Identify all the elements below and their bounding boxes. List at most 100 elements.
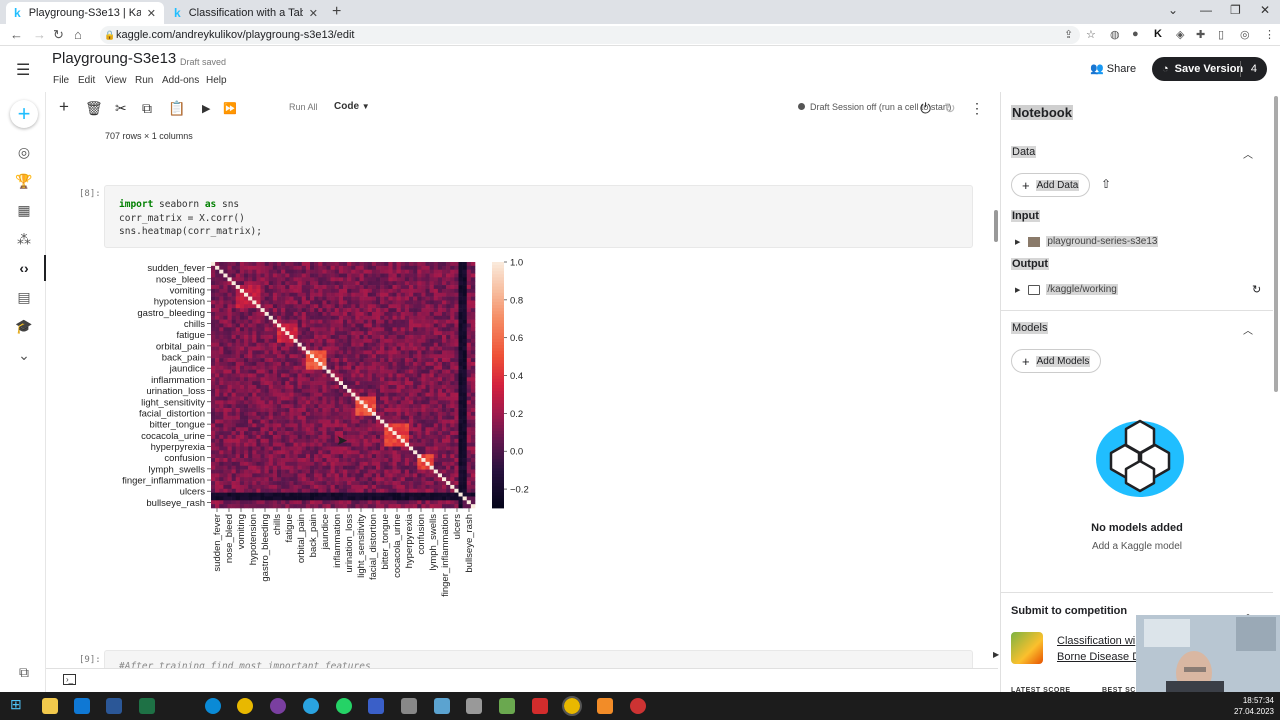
- word-icon[interactable]: [106, 698, 122, 714]
- vlc-icon[interactable]: [597, 698, 613, 714]
- models-icon[interactable]: ⁂: [15, 231, 33, 248]
- cut-icon[interactable]: ✂: [115, 100, 127, 117]
- edge-icon[interactable]: [205, 698, 221, 714]
- heatmap-cell: [264, 404, 270, 409]
- extension-globe-icon[interactable]: ◍: [1110, 28, 1120, 41]
- extension-icon[interactable]: ●: [1132, 28, 1139, 40]
- refresh-icon[interactable]: ↻: [1252, 283, 1261, 296]
- window-close-icon[interactable]: ✕: [1260, 3, 1270, 17]
- copy-layers-icon[interactable]: ⧉: [15, 664, 33, 681]
- input-dataset-row[interactable]: ▶ playground-series-s3e13: [1015, 236, 1159, 247]
- copy-icon[interactable]: ⧉: [142, 100, 152, 117]
- notebook-scrollbar[interactable]: [994, 210, 998, 242]
- learn-icon[interactable]: 🎓: [15, 318, 33, 335]
- create-plus-icon[interactable]: +: [10, 100, 38, 128]
- extension-shield-icon[interactable]: ◈: [1176, 28, 1184, 41]
- app-icon[interactable]: [466, 698, 482, 714]
- delete-icon[interactable]: 🗑: [85, 100, 103, 117]
- back-icon[interactable]: ←: [10, 27, 23, 42]
- share-page-icon[interactable]: ⇪: [1064, 28, 1073, 41]
- heatmap-cell: [252, 354, 257, 359]
- competition-link[interactable]: Classification wi Borne Disease D: [1057, 633, 1140, 665]
- home-icon[interactable]: ⌂: [74, 27, 82, 42]
- models-section-title[interactable]: Models: [1011, 322, 1049, 334]
- restore-icon[interactable]: ❐: [1230, 3, 1241, 17]
- file-explorer-icon[interactable]: [42, 698, 58, 714]
- collapse-panel-icon[interactable]: ▶: [993, 650, 999, 659]
- discussion-icon[interactable]: ▤: [15, 289, 33, 306]
- telegram-icon[interactable]: [303, 698, 319, 714]
- add-data-button[interactable]: + Add Data: [1011, 173, 1091, 197]
- windows-start-icon[interactable]: ⊞: [10, 696, 26, 712]
- app-icon[interactable]: [368, 698, 384, 714]
- chevron-up-icon[interactable]: ︿: [1243, 322, 1253, 337]
- chevron-up-icon[interactable]: ︿: [1243, 146, 1253, 161]
- add-cell-icon[interactable]: +: [59, 97, 69, 117]
- expand-triangle-icon[interactable]: ▶: [1015, 286, 1020, 294]
- paste-icon[interactable]: 📋: [168, 100, 185, 117]
- app-icon[interactable]: [499, 698, 515, 714]
- run-all-button[interactable]: Run All: [289, 102, 318, 112]
- chrome-active-icon[interactable]: [562, 696, 582, 716]
- menu-run[interactable]: Run: [135, 75, 153, 86]
- excel-icon[interactable]: [139, 698, 155, 714]
- upload-icon[interactable]: ⇧: [1101, 177, 1111, 191]
- whatsapp-icon[interactable]: [336, 698, 352, 714]
- code-cell-8[interactable]: import seaborn as sns corr_matrix = X.co…: [104, 185, 973, 248]
- panel-scrollbar[interactable]: [1274, 96, 1278, 392]
- menu-file[interactable]: File: [53, 75, 69, 86]
- app-icon[interactable]: [434, 698, 450, 714]
- expand-triangle-icon[interactable]: ▶: [1015, 238, 1020, 246]
- menu-addons[interactable]: Add-ons: [162, 75, 199, 86]
- app-icon[interactable]: [401, 698, 417, 714]
- chevron-down-icon[interactable]: ⌄: [15, 347, 33, 364]
- bookmark-star-icon[interactable]: ☆: [1086, 28, 1096, 41]
- profile-icon[interactable]: ◎: [1240, 28, 1250, 41]
- close-icon[interactable]: ✕: [309, 7, 318, 20]
- submit-section-title[interactable]: Submit to competition: [1011, 605, 1127, 617]
- chrome-icon[interactable]: [237, 698, 253, 714]
- code-cell-9[interactable]: #After training find most important feat…: [104, 650, 973, 668]
- console-icon[interactable]: ›_: [63, 674, 76, 685]
- add-models-button[interactable]: + Add Models: [1011, 349, 1102, 373]
- close-icon[interactable]: ✕: [147, 7, 156, 20]
- minimize-icon[interactable]: —: [1200, 3, 1212, 17]
- add-kaggle-model-link[interactable]: Add a Kaggle model: [1001, 541, 1273, 552]
- save-version-button[interactable]: ◔ Save Version 4: [1152, 57, 1267, 81]
- table-icon[interactable]: ▦: [15, 202, 33, 219]
- chevron-down-icon[interactable]: ⌄: [1168, 3, 1178, 17]
- restart-icon[interactable]: ↻: [944, 100, 956, 117]
- more-menu-icon[interactable]: ⋮: [1264, 28, 1275, 41]
- sidebar-icon[interactable]: ▯: [1218, 28, 1224, 41]
- puzzle-icon[interactable]: ✚: [1196, 28, 1205, 41]
- menu-edit[interactable]: Edit: [78, 75, 95, 86]
- app-icon[interactable]: [532, 698, 548, 714]
- menu-view[interactable]: View: [105, 75, 127, 86]
- run-cell-icon[interactable]: ▶: [202, 102, 210, 115]
- power-icon[interactable]: ⏻: [920, 100, 931, 117]
- code-icon[interactable]: ‹›: [15, 260, 33, 276]
- extension-k-icon[interactable]: K: [1154, 28, 1162, 40]
- more-options-icon[interactable]: ⋮: [970, 100, 984, 117]
- new-tab-icon[interactable]: +: [332, 3, 341, 21]
- app-icon[interactable]: [630, 698, 646, 714]
- cell-type-select[interactable]: Code ▼: [334, 101, 370, 112]
- hamburger-menu-icon[interactable]: ☰: [16, 60, 30, 80]
- forward-icon[interactable]: →: [33, 27, 46, 42]
- tab-kaggle-notebook[interactable]: k Playgroung-S3e13 | Kaggle ✕: [6, 2, 164, 24]
- output-folder-row[interactable]: ▶ /kaggle/working: [1015, 284, 1118, 295]
- outlook-icon[interactable]: [74, 698, 90, 714]
- compass-icon[interactable]: ◎: [15, 144, 33, 161]
- taskbar-clock[interactable]: 18:57:34 27.04.2023: [1234, 695, 1274, 717]
- notebook-content[interactable]: 707 rows × 1 columns [8]: import seaborn…: [46, 124, 998, 668]
- data-section-title[interactable]: Data: [1011, 146, 1037, 158]
- reload-icon[interactable]: ↻: [53, 27, 64, 43]
- share-button[interactable]: 👥 Share: [1090, 62, 1136, 75]
- run-all-icon[interactable]: ⏩: [223, 102, 237, 115]
- trophy-icon[interactable]: 🏆: [15, 173, 33, 190]
- notebook-title[interactable]: Playgroung-S3e13: [52, 50, 176, 67]
- menu-help[interactable]: Help: [206, 75, 227, 86]
- app-icon[interactable]: [270, 698, 286, 714]
- tab-competition[interactable]: k Classification with a Tabular Vecto ✕: [166, 2, 326, 24]
- url-field[interactable]: 🔒 kaggle.com/andreykulikov/playgroung-s3…: [100, 26, 1080, 44]
